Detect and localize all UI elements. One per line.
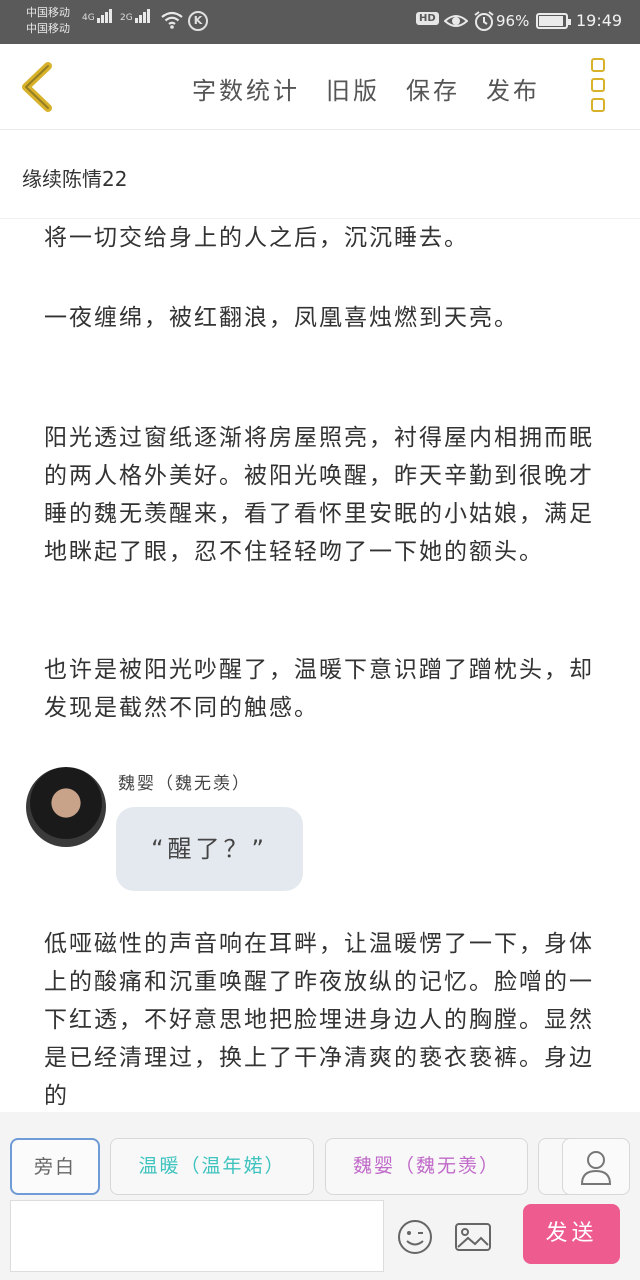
more-menu-icon[interactable] — [591, 58, 607, 118]
carrier-2: 中国移动 — [26, 22, 70, 35]
speaker-name: 魏婴（魏无羡） — [118, 774, 251, 794]
alarm-icon — [474, 11, 494, 31]
carrier-labels: 中国移动 中国移动 — [26, 5, 70, 37]
publish-button[interactable]: 发布 — [486, 71, 540, 106]
paragraph: 也许是被阳光吵醒了，温暖下意识蹭了蹭枕头，却发现是截然不同的触感。 — [44, 657, 594, 721]
word-count-button[interactable]: 字数统计 — [192, 71, 300, 106]
hd-icon: HD — [416, 12, 439, 25]
toolbar-actions: 字数统计 旧版 保存 发布 — [192, 71, 540, 106]
clock: 19:49 — [576, 11, 623, 30]
add-role-button[interactable] — [562, 1138, 630, 1195]
composer-panel: 旁白 温暖（温年婼） 魏婴（魏无羡） 发送 — [0, 1112, 640, 1280]
save-button[interactable]: 保存 — [406, 71, 460, 106]
battery-icon — [536, 13, 571, 29]
carrier-1: 中国移动 — [26, 6, 70, 19]
input-row: 发送 — [10, 1200, 630, 1272]
battery-percent: 96% — [496, 12, 530, 30]
role-chip-weiying[interactable]: 魏婴（魏无羡） — [325, 1138, 528, 1195]
old-version-button[interactable]: 旧版 — [326, 71, 380, 106]
emoji-icon[interactable] — [396, 1218, 434, 1256]
editor-toolbar: 字数统计 旧版 保存 发布 — [0, 44, 640, 130]
back-arrow-icon[interactable] — [18, 60, 58, 114]
user-icon — [580, 1151, 612, 1185]
role-selector: 旁白 温暖（温年婼） 魏婴（魏无羡） — [10, 1138, 630, 1195]
eye-comfort-icon — [444, 15, 468, 27]
chapter-title: 缘续陈情22 — [22, 167, 128, 191]
dialog-bubble[interactable]: “醒了？” — [116, 807, 303, 891]
signal-1-icon: 4G — [82, 9, 113, 23]
paragraph: 低哑磁性的声音响在耳畔，让温暖愣了一下，身体上的酸痛和沉重唤醒了昨夜放纵的记忆。… — [44, 931, 594, 1109]
paragraph: 一夜缠绵，被红翻浪，凤凰喜烛燃到天亮。 — [44, 305, 519, 331]
role-chip-narration[interactable]: 旁白 — [10, 1138, 100, 1195]
role-chip-wennuan[interactable]: 温暖（温年婼） — [110, 1138, 314, 1195]
message-input[interactable] — [10, 1200, 384, 1272]
paragraph: 阳光透过窗纸逐渐将房屋照亮，衬得屋内相拥而眠的两人格外美好。被阳光唤醒，昨天辛勤… — [44, 425, 594, 565]
image-icon[interactable] — [454, 1220, 492, 1254]
k-app-icon: K — [188, 11, 208, 31]
signal-2-icon: 2G — [120, 9, 151, 23]
avatar[interactable] — [26, 767, 106, 847]
chapter-title-field[interactable]: 缘续陈情22 — [0, 131, 640, 219]
send-button[interactable]: 发送 — [523, 1204, 620, 1264]
story-content[interactable]: 将一切交给身上的人之后，沉沉睡去。 一夜缠绵，被红翻浪，凤凰喜烛燃到天亮。 阳光… — [0, 219, 640, 1112]
network-1-label: 4G — [82, 13, 95, 23]
wifi-icon — [161, 11, 183, 29]
status-bar: 中国移动 中国移动 4G 2G K HD 96% 19:49 — [0, 0, 640, 44]
paragraph: 将一切交给身上的人之后，沉沉睡去。 — [44, 225, 469, 251]
network-2-label: 2G — [120, 13, 133, 23]
